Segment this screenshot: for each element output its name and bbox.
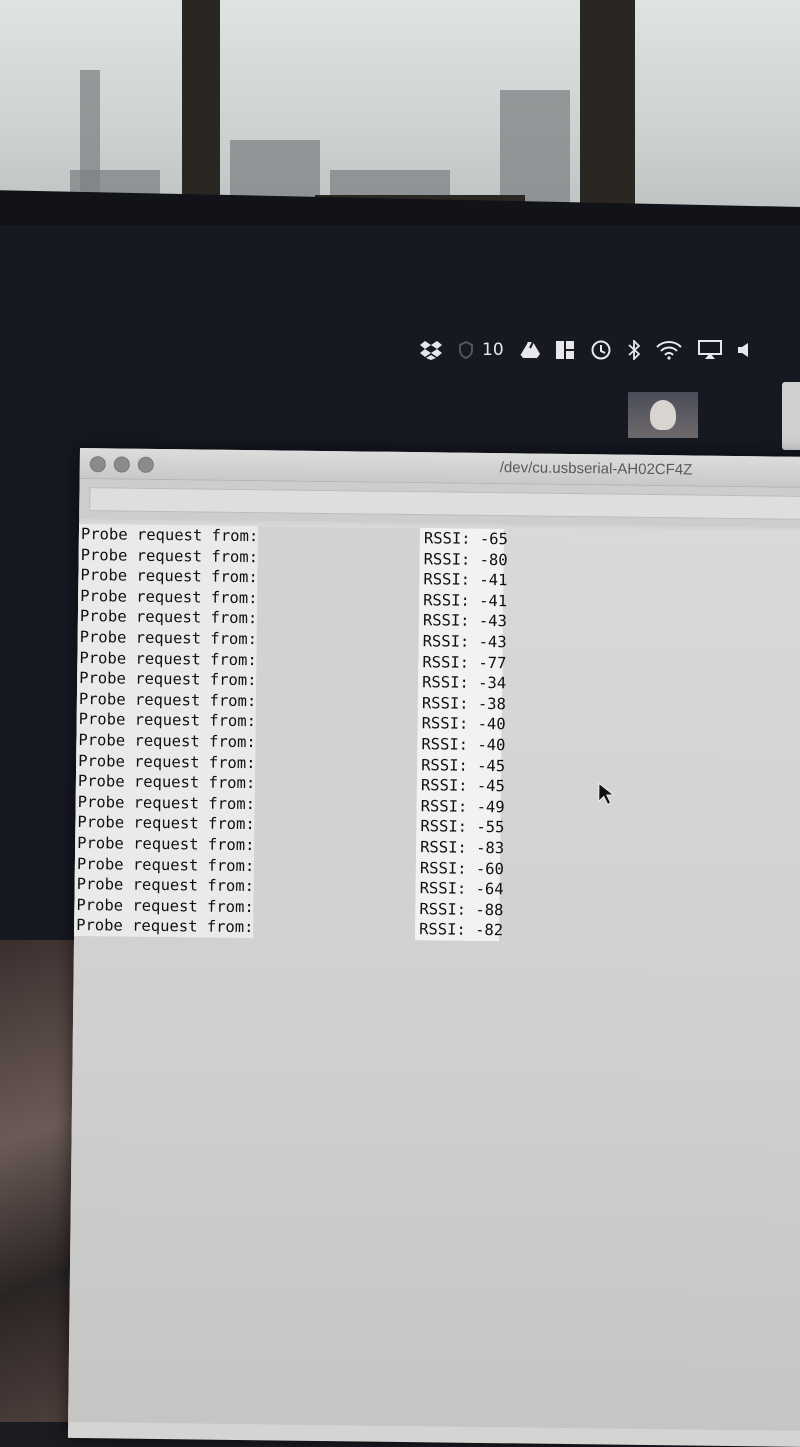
redacted-mac-address xyxy=(255,732,418,755)
probe-request-label: Probe request from: xyxy=(78,730,256,752)
webcam-thumbnail xyxy=(628,392,698,438)
probe-request-label: Probe request from: xyxy=(78,710,257,731)
redacted-mac-address xyxy=(255,793,417,817)
redacted-mac-address xyxy=(253,896,416,920)
rssi-value: RSSI: -38 xyxy=(417,692,506,715)
shield-icon[interactable] xyxy=(458,337,474,363)
grid-app-icon[interactable] xyxy=(555,337,574,363)
background-desk-clutter xyxy=(0,940,75,1422)
badge-count: 10 xyxy=(482,340,504,360)
volume-icon[interactable] xyxy=(737,337,750,363)
rssi-value: RSSI: -43 xyxy=(418,631,507,653)
rssi-value: RSSI: -65 xyxy=(419,528,508,550)
redacted-mac-address xyxy=(255,752,418,776)
rssi-value: RSSI: -40 xyxy=(417,734,506,756)
redacted-mac-address xyxy=(254,855,417,879)
rssi-value: RSSI: -34 xyxy=(418,672,506,694)
redacted-mac-address xyxy=(255,773,418,796)
dropbox-icon[interactable] xyxy=(420,337,442,363)
probe-request-label: Probe request from: xyxy=(80,566,258,587)
redacted-mac-address xyxy=(257,587,420,611)
rssi-value: RSSI: -43 xyxy=(418,610,507,633)
rssi-value: RSSI: -80 xyxy=(419,548,508,571)
redacted-mac-address xyxy=(258,546,420,570)
redacted-mac-address xyxy=(258,526,421,549)
rssi-value: RSSI: -64 xyxy=(415,878,504,900)
probe-request-label: Probe request from: xyxy=(80,545,259,566)
rssi-value: RSSI: -55 xyxy=(416,816,505,839)
bluetooth-icon[interactable] xyxy=(628,337,640,363)
rssi-value: RSSI: -41 xyxy=(419,589,507,612)
serial-monitor-window: /dev/cu.usbserial-AH02CF4Z Probe request… xyxy=(67,448,800,1447)
probe-request-label: Probe request from: xyxy=(79,669,257,690)
probe-request-label: Probe request from: xyxy=(79,607,258,628)
redacted-mac-address xyxy=(253,876,416,899)
window-title: /dev/cu.usbserial-AH02CF4Z xyxy=(499,459,693,479)
probe-request-label: Probe request from: xyxy=(80,586,258,607)
redacted-mac-address xyxy=(257,608,420,632)
redacted-mac-address xyxy=(256,649,419,673)
redacted-mac-address xyxy=(257,567,420,590)
redacted-mac-address xyxy=(256,711,418,735)
redacted-mac-address xyxy=(256,670,419,693)
redacted-mac-address xyxy=(254,814,417,838)
probe-request-label: Probe request from: xyxy=(79,627,258,649)
rssi-value: RSSI: -45 xyxy=(417,754,505,777)
menu-bar-status-area: 10 xyxy=(420,330,800,370)
redacted-mac-address xyxy=(256,690,419,714)
rssi-value: RSSI: -45 xyxy=(416,775,505,797)
probe-request-label: Probe request from: xyxy=(76,854,255,875)
send-input[interactable] xyxy=(89,487,800,520)
airplay-icon[interactable] xyxy=(697,337,722,363)
probe-request-label: Probe request from: xyxy=(76,875,255,896)
rssi-value: RSSI: -49 xyxy=(416,795,505,818)
redacted-mac-address xyxy=(254,835,417,858)
probe-request-label: Probe request from: xyxy=(80,525,259,546)
probe-request-label: Probe request from: xyxy=(76,895,254,916)
probe-request-label: Probe request from: xyxy=(77,792,256,813)
probe-request-label: Probe request from: xyxy=(79,648,257,669)
side-panel-edge xyxy=(782,382,800,450)
probe-request-label: Probe request from: xyxy=(77,813,255,834)
rssi-value: RSSI: -82 xyxy=(415,919,503,942)
serial-output-text: Probe request from: RSSI: -65 Probe reques… xyxy=(74,523,508,942)
zoom-button[interactable] xyxy=(137,456,154,473)
redacted-mac-address xyxy=(257,629,419,652)
minimize-button[interactable] xyxy=(113,456,130,473)
rssi-value: RSSI: -88 xyxy=(415,898,503,921)
probe-request-label: Probe request from: xyxy=(78,751,256,772)
probe-request-label: Probe request from: xyxy=(77,833,255,855)
output-line: Probe request from: RSSI: -82 xyxy=(74,915,503,942)
redacted-mac-address xyxy=(253,917,416,941)
rssi-value: RSSI: -77 xyxy=(418,651,507,674)
serial-output-pane[interactable]: Probe request from: RSSI: -65 Probe reques… xyxy=(68,521,800,1431)
probe-request-label: Probe request from: xyxy=(78,689,257,710)
close-button[interactable] xyxy=(89,456,106,473)
wifi-icon[interactable] xyxy=(655,337,682,363)
google-drive-icon[interactable] xyxy=(519,337,540,363)
send-bar xyxy=(79,478,800,529)
time-machine-icon[interactable] xyxy=(590,337,612,363)
rssi-value: RSSI: -60 xyxy=(415,857,504,880)
rssi-value: RSSI: -83 xyxy=(416,837,504,859)
rssi-value: RSSI: -40 xyxy=(417,713,506,736)
probe-request-label: Probe request from: xyxy=(77,772,256,793)
mouse-pointer-icon xyxy=(598,782,614,806)
rssi-value: RSSI: -41 xyxy=(419,569,508,591)
probe-request-label: Probe request from: xyxy=(76,916,254,937)
